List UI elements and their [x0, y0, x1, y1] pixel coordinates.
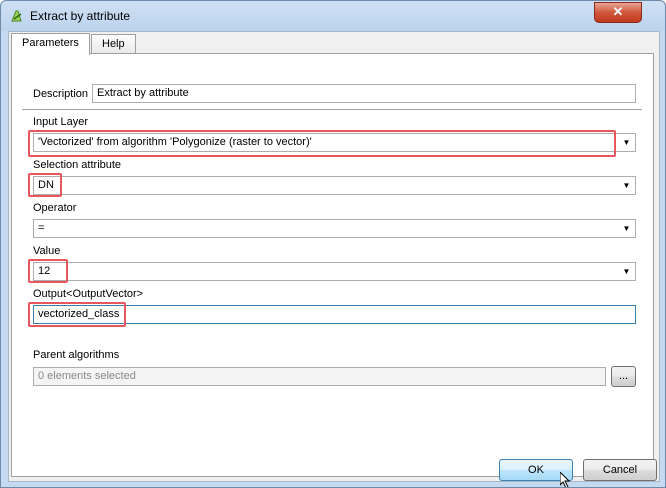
chevron-down-icon[interactable]: ▼: [618, 134, 635, 151]
window-title: Extract by attribute: [30, 9, 131, 23]
value-combo[interactable]: 12 ▼: [33, 262, 636, 281]
operator-label: Operator: [33, 202, 77, 214]
value-label: Value: [33, 245, 61, 257]
description-label: Description: [33, 88, 89, 100]
qgis-icon: [11, 10, 22, 22]
mouse-cursor-icon: [560, 472, 571, 487]
input-layer-combo[interactable]: 'Vectorized' from algorithm 'Polygonize …: [33, 133, 636, 152]
cancel-button[interactable]: Cancel: [583, 459, 657, 481]
input-layer-label: Input Layer: [33, 116, 89, 128]
output-field[interactable]: vectorized_class: [33, 305, 636, 324]
selection-attribute-value: DN: [38, 179, 54, 191]
parameters-panel: Description Extract by attribute Input L…: [11, 53, 654, 477]
chevron-down-icon[interactable]: ▼: [618, 220, 635, 237]
operator-value: =: [38, 222, 45, 234]
separator: [22, 109, 642, 110]
parent-algorithms-field: 0 elements selected: [33, 367, 606, 386]
chevron-down-icon[interactable]: ▼: [618, 177, 635, 194]
value-value: 12: [38, 265, 51, 277]
tab-help[interactable]: Help: [91, 34, 136, 54]
description-field[interactable]: Extract by attribute: [92, 84, 636, 103]
tab-parameters[interactable]: Parameters: [11, 33, 90, 55]
chevron-down-icon[interactable]: ▼: [618, 263, 635, 280]
parent-algorithms-label: Parent algorithms: [33, 349, 120, 361]
title-bar[interactable]: Extract by attribute ✕: [1, 1, 665, 31]
operator-combo[interactable]: = ▼: [33, 219, 636, 238]
input-layer-value: 'Vectorized' from algorithm 'Polygonize …: [38, 136, 312, 148]
dialog-body: Parameters Help Description Extract by a…: [8, 31, 660, 482]
output-label: Output<OutputVector>: [33, 288, 144, 300]
parent-algorithms-button[interactable]: ...: [611, 366, 636, 387]
dialog-window: Extract by attribute ✕ Parameters Help D…: [0, 0, 666, 488]
selection-attribute-combo[interactable]: DN ▼: [33, 176, 636, 195]
selection-attribute-label: Selection attribute: [33, 159, 122, 171]
close-button[interactable]: ✕: [594, 2, 642, 23]
